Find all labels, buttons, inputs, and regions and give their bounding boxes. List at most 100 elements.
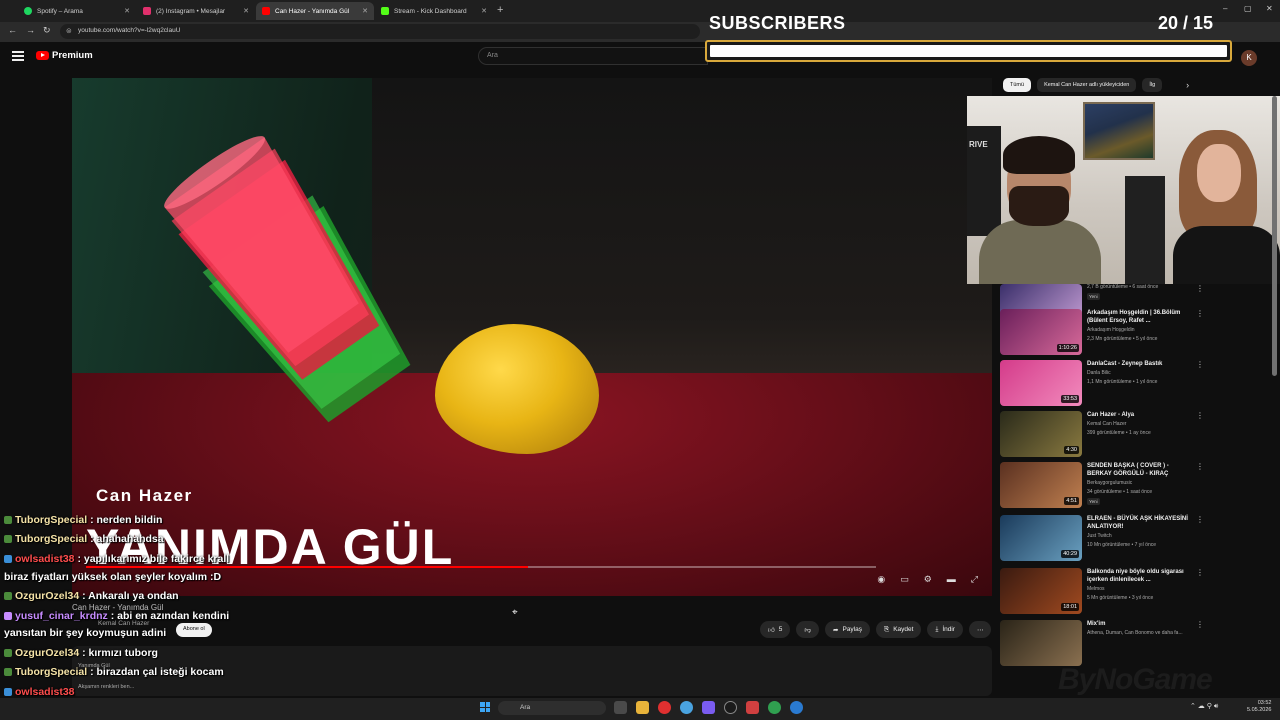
video-thumbnail[interactable]: 33:53 xyxy=(1000,360,1082,406)
recommendation-card[interactable]: 1:10:26 Arkadaşım Hoşgeldin | 36.Bölüm (B… xyxy=(1000,309,1210,355)
more-vert-icon[interactable]: ⋮ xyxy=(1196,309,1204,318)
avatar[interactable]: K xyxy=(1241,50,1257,66)
subscribe-button[interactable]: Abone ol xyxy=(176,623,212,637)
recommendation-title[interactable]: Arkadaşım Hoşgeldin | 36.Bölüm (Bülent E… xyxy=(1087,309,1195,325)
chip-all[interactable]: Tümü xyxy=(1003,78,1032,92)
file-explorer-icon[interactable] xyxy=(636,701,649,714)
recommendation-channel[interactable]: Just Twitch xyxy=(1087,533,1112,539)
system-tray-icons[interactable]: ⌃ ☁ ⚲ 🔊︎ xyxy=(1190,702,1218,711)
windows-start-icon[interactable] xyxy=(480,702,490,712)
chip-from-uploader[interactable]: Kemal Can Hazer adlı yükleyiciden xyxy=(1037,78,1137,92)
subtitles-icon[interactable]: ▭ xyxy=(900,574,909,585)
video-player[interactable]: Can Hazer YANIMDA GÜL ◉ ▭ ⚙ ▬ ⤢ xyxy=(72,78,992,596)
taskbar-clock[interactable]: 03:52 5.05.2026 xyxy=(1247,700,1271,714)
close-icon[interactable]: ✕ xyxy=(481,7,487,15)
more-vert-icon[interactable]: ⋮ xyxy=(1196,360,1204,369)
recommendation-channel[interactable]: Danla Bilic xyxy=(1087,370,1111,376)
recommendation-channel[interactable]: Kemal Can Hazer xyxy=(1087,421,1126,427)
more-actions-button[interactable]: ⋯ xyxy=(968,621,992,638)
new-badge: Yeni xyxy=(1087,293,1100,300)
recommendation-title[interactable]: SENDEN BAŞKA ( COVER ) - BERKAY GÖRGÜLÜ … xyxy=(1087,462,1195,478)
more-vert-icon[interactable]: ⋮ xyxy=(1196,462,1204,471)
recommendation-filter-chips: Tümü Kemal Can Hazer adlı yükleyiciden İ… xyxy=(1003,78,1189,92)
fullscreen-icon[interactable]: ⤢ xyxy=(971,574,978,585)
recommendation-channel[interactable]: Berkaygorgulumusic xyxy=(1087,480,1132,486)
recommendation-card[interactable]: 4:51 SENDEN BAŞKA ( COVER ) - BERKAY GÖRG… xyxy=(1000,462,1210,508)
scrollbar[interactable] xyxy=(1272,96,1277,376)
recommendation-title[interactable]: ELRAEN - BÜYÜK AŞK HİKAYESİNİ ANLATIYOR! xyxy=(1087,515,1195,531)
recommendation-channel[interactable]: Athena, Duman, Can Bonomo ve daha fa... xyxy=(1087,630,1183,636)
more-vert-icon[interactable]: ⋮ xyxy=(1196,411,1204,420)
recommendation-meta: 10 Mn görüntüleme • 7 yıl önce xyxy=(1087,542,1157,548)
more-icon: ⋯ xyxy=(976,626,984,634)
more-vert-icon[interactable]: ⋮ xyxy=(1196,284,1204,293)
discord-icon[interactable] xyxy=(702,701,715,714)
app-icon[interactable] xyxy=(746,701,759,714)
save-button[interactable]: ⎘ Kaydet xyxy=(876,621,922,638)
recommendation-card[interactable]: 18:01 Balkonda niye böyle oldu sigarası i… xyxy=(1000,568,1210,614)
tab-instagram[interactable]: (2) Instagram • Mesajlar ✕ xyxy=(137,2,255,20)
address-bar[interactable]: ⊜ youtube.com/watch?v=-l2wq2clauU xyxy=(60,24,700,39)
minimize-icon[interactable]: – xyxy=(1223,4,1227,13)
more-vert-icon[interactable]: ⋮ xyxy=(1196,620,1204,629)
recommendation-title[interactable]: DanlaCast - Zeynep Bastık xyxy=(1087,360,1195,368)
maximize-icon[interactable]: ▢ xyxy=(1244,4,1252,13)
like-button[interactable]: 👍︎ 5 xyxy=(760,621,791,638)
recommendation-title[interactable]: Can Hazer - Alya xyxy=(1087,411,1195,419)
back-icon[interactable]: ← xyxy=(8,25,17,35)
video-duration: 33:53 xyxy=(1061,395,1079,403)
browser-icon[interactable] xyxy=(790,701,803,714)
chrome-icon[interactable] xyxy=(680,701,693,714)
steam-icon[interactable] xyxy=(724,701,737,714)
more-vert-icon[interactable]: ⋮ xyxy=(1196,568,1204,577)
video-thumbnail[interactable]: 18:01 xyxy=(1000,568,1082,614)
chevron-right-icon[interactable]: › xyxy=(1186,80,1189,90)
app-icon[interactable] xyxy=(768,701,781,714)
recommendation-title[interactable]: Balkonda niye böyle oldu sigarası içerke… xyxy=(1087,568,1195,584)
settings-gear-icon[interactable]: ⚙ xyxy=(924,574,932,585)
video-progress-bar[interactable] xyxy=(86,566,876,568)
youtube-logo[interactable]: Premium xyxy=(36,50,93,61)
taskbar-search[interactable]: Ara xyxy=(498,701,606,715)
dislike-button[interactable]: 👎︎ xyxy=(796,621,820,638)
site-info-icon[interactable]: ⊜ xyxy=(66,27,72,35)
video-duration: 40:29 xyxy=(1061,550,1079,558)
theater-mode-icon[interactable]: ▬ xyxy=(947,574,956,585)
recommendation-card[interactable]: 33:53 DanlaCast - Zeynep Bastık Danla Bili… xyxy=(1000,360,1210,406)
tab-youtube-active[interactable]: Can Hazer - Yanımda Gül ✕ xyxy=(256,2,374,20)
reload-icon[interactable]: ↻ xyxy=(43,25,51,36)
autoplay-toggle-icon[interactable]: ◉ xyxy=(877,574,885,585)
video-thumbnail[interactable]: 1:10:26 xyxy=(1000,309,1082,355)
close-icon[interactable]: ✕ xyxy=(362,7,368,15)
forward-icon[interactable]: → xyxy=(26,25,35,35)
search-placeholder: Ara xyxy=(487,52,498,59)
close-icon[interactable]: ✕ xyxy=(243,7,249,15)
chat-username: TuborgSpecial xyxy=(15,666,88,678)
recommendation-channel[interactable]: Melmos xyxy=(1087,586,1105,592)
recommendation-card[interactable]: 4:30 Can Hazer - Alya Kemal Can Hazer 399 g… xyxy=(1000,411,1210,457)
video-thumbnail[interactable]: 4:51 xyxy=(1000,462,1082,508)
search-input[interactable]: Ara xyxy=(478,47,708,65)
window-close-icon[interactable]: ✕ xyxy=(1266,4,1273,13)
chat-badge-icon xyxy=(4,688,12,697)
task-view-icon[interactable] xyxy=(614,701,627,714)
recommendation-title[interactable]: Mix'im xyxy=(1087,620,1195,628)
download-button[interactable]: ⤓ İndir xyxy=(927,621,963,638)
share-button[interactable]: ➦ Paylaş xyxy=(825,621,870,638)
hamburger-menu-icon[interactable] xyxy=(12,51,24,61)
chat-badge-icon xyxy=(4,592,12,601)
chip-related[interactable]: İlg xyxy=(1142,78,1163,92)
video-thumbnail[interactable] xyxy=(1000,620,1082,666)
more-vert-icon[interactable]: ⋮ xyxy=(1196,515,1204,524)
tab-spotify[interactable]: Spotify – Arama ✕ xyxy=(18,2,136,20)
recommendation-card[interactable]: 40:29 ELRAEN - BÜYÜK AŞK HİKAYESİNİ ANLAT… xyxy=(1000,515,1210,561)
recommendation-card[interactable]: Mix'im Athena, Duman, Can Bonomo ve daha … xyxy=(1000,620,1210,666)
clock-date: 5.05.2026 xyxy=(1247,707,1272,713)
video-thumbnail[interactable]: 40:29 xyxy=(1000,515,1082,561)
opera-icon[interactable] xyxy=(658,701,671,714)
new-tab-icon[interactable]: + xyxy=(497,4,503,16)
close-icon[interactable]: ✕ xyxy=(124,7,130,15)
video-thumbnail[interactable]: 4:30 xyxy=(1000,411,1082,457)
tab-kick[interactable]: Stream - Kick Dashboard ✕ xyxy=(375,2,493,20)
recommendation-channel[interactable]: Arkadaşım Hoşgeldin xyxy=(1087,327,1135,333)
